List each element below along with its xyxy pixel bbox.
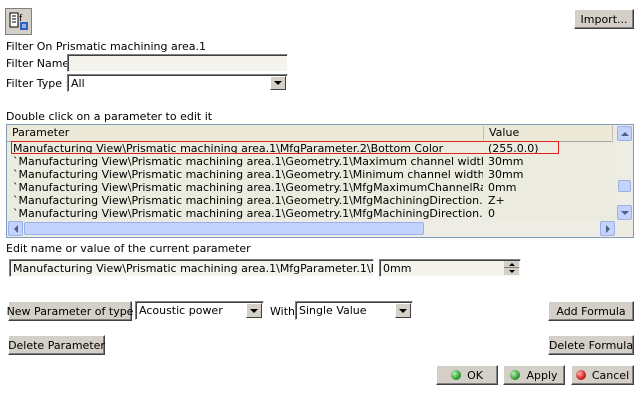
filter-name-input[interactable] <box>67 54 288 72</box>
delete-parameter-button[interactable]: Delete Parameter <box>8 335 105 355</box>
edit-label: Edit name or value of the current parame… <box>6 242 251 255</box>
ok-label: OK <box>467 368 483 382</box>
column-header-value[interactable]: Value <box>484 126 613 140</box>
parameter-type-select[interactable]: Acoustic power <box>135 301 264 320</box>
apply-button[interactable]: Apply <box>503 365 565 385</box>
cancel-icon <box>575 370 586 380</box>
value-spinner[interactable] <box>504 261 519 275</box>
table-row[interactable]: `Manufacturing View\Prismatic machining … <box>7 194 613 207</box>
ok-icon <box>451 370 462 380</box>
parameter-name: `Manufacturing View\Prismatic machining … <box>13 155 483 168</box>
parameter-name-field-value: Manufacturing View\Prismatic machining a… <box>13 262 373 275</box>
filter-title: Filter On Prismatic machining area.1 <box>6 40 207 53</box>
parameter-value: 30mm <box>488 155 524 168</box>
parameter-value: 30mm <box>488 168 524 181</box>
cancel-button[interactable]: Cancel <box>571 365 634 385</box>
selected-row-highlight <box>11 141 559 154</box>
scroll-right-icon[interactable] <box>600 221 615 236</box>
parameter-name-field[interactable]: Manufacturing View\Prismatic machining a… <box>9 259 374 277</box>
table-row[interactable]: `Manufacturing View\Prismatic machining … <box>7 168 613 181</box>
parameter-table[interactable]: Parameter Value Manufacturing View\Prism… <box>6 124 634 238</box>
chevron-down-icon[interactable] <box>395 303 411 318</box>
parameter-name: `Manufacturing View\Prismatic machining … <box>13 194 483 207</box>
parameter-value-field-value: 0mm <box>383 262 412 275</box>
apply-icon <box>510 370 521 380</box>
table-row[interactable]: `Manufacturing View\Prismatic machining … <box>7 155 613 168</box>
scrollbar-thumb[interactable] <box>618 180 631 192</box>
table-row[interactable]: `Manufacturing View\Prismatic machining … <box>7 207 613 220</box>
scroll-up-icon[interactable] <box>617 126 632 141</box>
parameter-value: Z+ <box>488 194 505 207</box>
chevron-down-icon[interactable] <box>246 303 262 318</box>
with-label: With <box>270 305 295 318</box>
value-kind-value: Single Value <box>299 304 367 317</box>
parameter-type-value: Acoustic power <box>139 304 223 317</box>
ok-button[interactable]: OK <box>436 365 498 385</box>
delete-formula-button[interactable]: Delete Formula <box>548 335 634 355</box>
table-row[interactable]: `Manufacturing View\Prismatic machining … <box>7 181 613 194</box>
filter-name-label: Filter Name : <box>6 57 77 70</box>
add-formula-button[interactable]: Add Formula <box>548 301 634 321</box>
parameter-value-field[interactable]: 0mm <box>379 259 521 277</box>
parameter-value: 0 <box>488 207 495 220</box>
table-instruction: Double click on a parameter to edit it <box>6 110 213 123</box>
new-parameter-button[interactable]: New Parameter of type <box>7 301 133 321</box>
spin-down-icon[interactable] <box>504 268 519 275</box>
filter-type-label: Filter Type : <box>6 77 70 90</box>
scroll-left-icon[interactable] <box>8 221 23 236</box>
import-button[interactable]: Import... <box>574 9 634 29</box>
value-kind-select[interactable]: Single Value <box>295 301 413 320</box>
parameters-icon: f <box>9 12 28 30</box>
scroll-down-icon[interactable] <box>617 205 632 220</box>
horizontal-scrollbar-thumb[interactable] <box>24 222 424 235</box>
chevron-down-icon[interactable] <box>270 76 286 90</box>
horizontal-scrollbar[interactable] <box>7 220 617 237</box>
filter-type-select[interactable]: All <box>67 74 288 92</box>
filter-type-value: All <box>71 77 85 90</box>
column-header-parameter[interactable]: Parameter <box>7 126 484 140</box>
spin-up-icon[interactable] <box>504 261 519 268</box>
vertical-scrollbar[interactable] <box>616 125 633 221</box>
parameter-name: `Manufacturing View\Prismatic machining … <box>13 181 483 194</box>
parameter-name: `Manufacturing View\Prismatic machining … <box>13 207 483 220</box>
table-header: Parameter Value <box>7 125 613 142</box>
parameter-value: 0mm <box>488 181 517 194</box>
cancel-label: Cancel <box>591 368 630 382</box>
apply-label: Apply <box>526 368 558 382</box>
formula-toolbar-icon[interactable]: f <box>5 8 32 35</box>
parameter-name: `Manufacturing View\Prismatic machining … <box>13 168 483 181</box>
